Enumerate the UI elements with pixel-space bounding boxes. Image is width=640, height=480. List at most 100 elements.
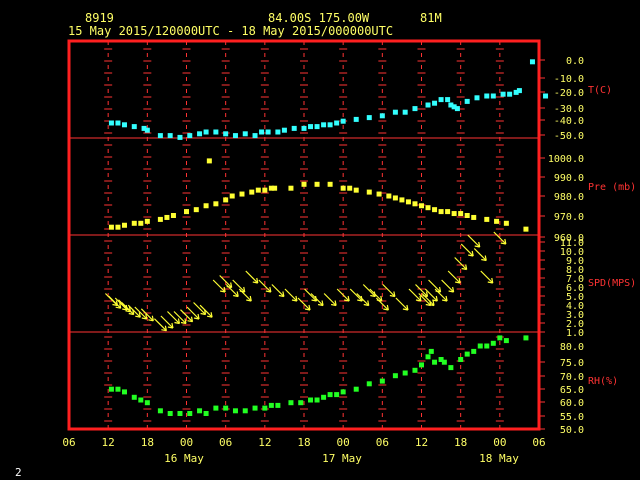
time-period: 15 May 2015/120000UTC - 18 May 2015/0000… xyxy=(68,24,393,38)
wind-arrow-shaft xyxy=(349,288,363,302)
page-number: 2 xyxy=(15,466,22,479)
y-tick-label: 1.0 xyxy=(566,328,584,339)
data-point xyxy=(131,394,137,400)
x-tick-label: 06 xyxy=(532,436,545,449)
data-point xyxy=(229,193,235,199)
data-point xyxy=(464,98,470,104)
wind-arrow-shaft xyxy=(232,279,246,293)
data-point xyxy=(428,348,434,354)
wind-arrow-shaft xyxy=(167,311,180,324)
wind-arrow xyxy=(349,288,363,302)
data-point xyxy=(177,411,183,416)
data-point xyxy=(255,187,261,193)
data-point xyxy=(494,218,500,224)
wind-arrow-shaft xyxy=(225,284,239,297)
data-point xyxy=(197,131,203,137)
wind-arrow xyxy=(284,288,298,302)
data-point xyxy=(347,185,353,191)
data-point xyxy=(464,351,470,357)
data-point xyxy=(275,402,281,408)
wind-arrow-shaft xyxy=(428,279,441,293)
data-point xyxy=(321,394,327,400)
data-point xyxy=(232,408,238,414)
meteogram: 8919 84.00S 175.00W 81M 15 May 2015/1200… xyxy=(15,11,636,479)
wind-arrow-shaft xyxy=(323,293,337,306)
wind-arrow-shaft xyxy=(284,288,298,302)
y-tick-label: -40.0 xyxy=(554,116,584,127)
y-tick-label: 55.0 xyxy=(560,412,584,423)
data-point xyxy=(252,133,258,139)
data-point xyxy=(471,214,477,220)
wind-arrow-shaft xyxy=(395,297,409,311)
wind-arrow-shaft xyxy=(245,270,259,284)
x-date-label: 17 May xyxy=(322,452,362,465)
wind-arrow xyxy=(336,288,350,302)
wind-arrow xyxy=(232,279,246,293)
data-point xyxy=(157,408,163,414)
data-point xyxy=(121,122,127,128)
wind-arrow xyxy=(362,284,376,298)
y-tick-label: 60.0 xyxy=(560,398,584,409)
wind-arrow-shaft xyxy=(271,284,285,297)
data-point xyxy=(441,359,447,365)
panel-label: SPD(MPS) xyxy=(588,278,636,289)
data-point xyxy=(484,93,490,99)
data-point xyxy=(259,129,265,135)
data-point xyxy=(402,109,408,115)
data-point xyxy=(523,226,529,232)
data-point xyxy=(170,213,176,218)
data-point xyxy=(419,203,424,209)
data-point xyxy=(445,97,451,103)
y-tick-label: 50.0 xyxy=(560,425,584,436)
data-point xyxy=(314,124,320,130)
wind-arrow xyxy=(310,293,324,307)
data-point xyxy=(239,191,245,197)
y-tick-label: 980.0 xyxy=(554,192,584,203)
wind-arrow xyxy=(225,284,239,298)
wind-arrow-shaft xyxy=(238,288,252,302)
wind-arrow xyxy=(323,293,337,307)
y-tick-label: 0.0 xyxy=(566,56,584,67)
station-location: 84.00S 175.00W xyxy=(268,11,370,25)
wind-arrow-shaft xyxy=(304,288,317,302)
data-point xyxy=(458,211,464,217)
data-point xyxy=(327,122,333,128)
data-point xyxy=(503,220,509,226)
data-point xyxy=(262,405,268,411)
data-point xyxy=(412,367,418,373)
data-point xyxy=(281,127,287,133)
wind-arrow xyxy=(408,288,422,302)
y-tick-label: 75.0 xyxy=(560,358,584,369)
data-point xyxy=(108,224,114,230)
data-point xyxy=(242,131,248,137)
y-tick-label: -50.0 xyxy=(554,131,584,142)
data-point xyxy=(193,207,199,213)
data-point xyxy=(490,340,496,346)
data-point xyxy=(262,187,268,193)
data-point xyxy=(213,201,219,207)
data-point xyxy=(203,411,209,416)
data-point xyxy=(507,91,513,97)
y-tick-label: -30.0 xyxy=(554,104,584,115)
wind-arrow xyxy=(467,234,481,248)
wind-arrow-shaft xyxy=(362,284,376,297)
x-date-label: 16 May xyxy=(164,452,204,465)
data-point xyxy=(184,209,189,215)
data-point xyxy=(392,373,398,379)
wind-arrow-shaft xyxy=(441,279,455,293)
data-point xyxy=(432,359,438,365)
y-tick-label: 1000.0 xyxy=(548,154,584,165)
data-point xyxy=(340,389,346,395)
data-point xyxy=(419,362,424,368)
wind-arrow-shaft xyxy=(310,293,324,306)
data-point xyxy=(144,400,150,406)
data-point xyxy=(206,158,212,164)
data-point xyxy=(187,133,193,139)
data-point xyxy=(252,405,258,411)
data-point xyxy=(392,195,398,201)
data-point xyxy=(288,185,294,191)
wind-arrow-shaft xyxy=(473,248,487,261)
data-point xyxy=(272,185,278,191)
data-point xyxy=(448,365,454,371)
data-point xyxy=(131,220,137,226)
